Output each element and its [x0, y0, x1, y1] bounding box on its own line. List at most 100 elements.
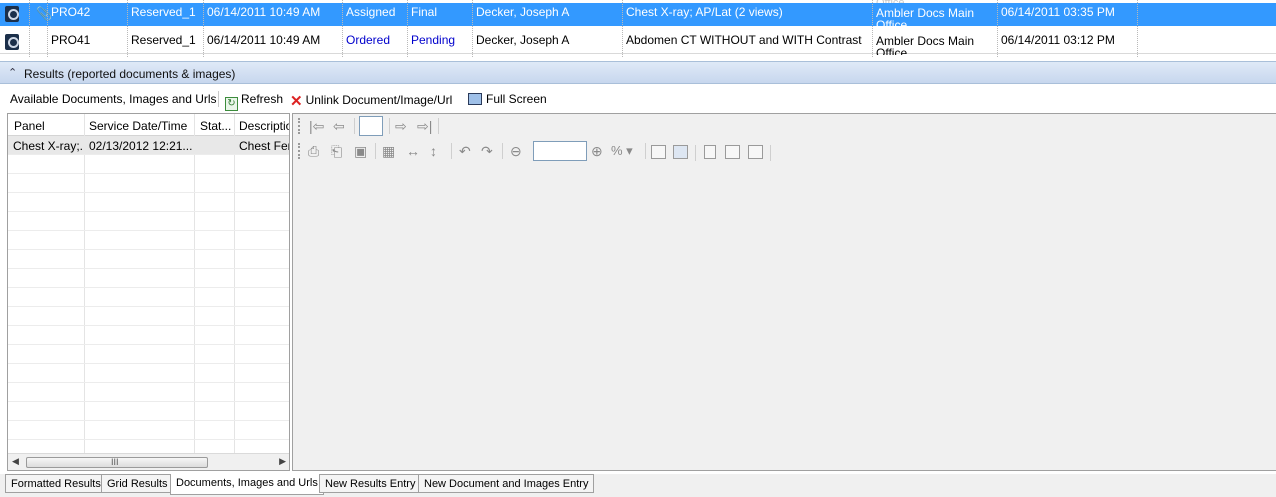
grid-divider: [997, 0, 998, 57]
grid-divider: [203, 0, 204, 57]
grid-divider: [29, 0, 30, 57]
toolbar-grip[interactable]: [298, 143, 301, 159]
zoom-out-icon[interactable]: ⊖: [510, 143, 522, 160]
results-section-header[interactable]: ⌃ Results (reported documents & images): [0, 61, 1276, 84]
documents-toolbar: Available Documents, Images and Urls ↻ Re…: [0, 87, 1276, 111]
toolbar-separator: [218, 91, 219, 107]
empty-row: [8, 193, 289, 212]
thumbnails-grid-icon[interactable]: [748, 145, 763, 159]
column-header-status[interactable]: Stat...: [200, 119, 231, 133]
zoom-percent-dropdown[interactable]: % ▾: [611, 143, 633, 159]
zoom-in-icon[interactable]: ⊕: [591, 143, 603, 160]
order-location: Ambler Docs Main Office: [876, 35, 975, 55]
document-description: Chest Fem: [239, 139, 289, 153]
rotate-left-icon[interactable]: ↶: [459, 143, 471, 160]
rotate-right-icon[interactable]: ↷: [481, 143, 493, 160]
toolbar-separator: [438, 118, 439, 134]
zoom-to-fit-icon[interactable]: [651, 145, 666, 159]
scrollbar-grip: III: [111, 457, 119, 467]
image-viewer[interactable]: |⇦ ⇦ ⇨ ⇨| ⎙ ⎗ ▣ ▦ ↔ ↕ ↶ ↷ ⊖ ⊕ % ▾: [292, 113, 1276, 471]
empty-row: [8, 383, 289, 402]
grid-divider: [622, 0, 623, 57]
first-page-icon[interactable]: |⇦: [309, 118, 324, 135]
documents-list-header: Panel Service Date/Time Stat... Descript…: [8, 114, 289, 136]
grid-divider: [342, 0, 343, 57]
full-screen-icon: [468, 93, 482, 105]
last-page-icon[interactable]: ⇨|: [417, 118, 432, 135]
order-result: Pending: [411, 33, 456, 47]
tab-formatted-results[interactable]: Formatted Results: [5, 474, 107, 493]
order-id: PRO41: [51, 33, 91, 47]
fit-width-icon[interactable]: ↔: [406, 143, 420, 159]
order-provider: Decker, Joseph A: [476, 5, 570, 19]
column-header-panel[interactable]: Panel: [14, 119, 45, 133]
order-location: Ambler Docs Main Office: [876, 7, 975, 27]
two-page-icon[interactable]: [725, 145, 740, 159]
scroll-right-arrow-icon[interactable]: ▶: [279, 456, 286, 467]
toolbar-separator: [645, 143, 646, 159]
empty-row: [8, 288, 289, 307]
order-reported: 06/14/2011 03:12 PM: [1001, 33, 1115, 47]
tab-new-results-entry[interactable]: New Results Entry: [319, 474, 422, 493]
toolbar-separator: [354, 118, 355, 134]
order-id: PRO42: [51, 5, 91, 19]
document-service-date: 02/13/2012 12:21...: [89, 139, 192, 153]
scrollbar-thumb[interactable]: III: [26, 457, 208, 468]
page-number-input[interactable]: [359, 116, 383, 136]
order-status: Ordered: [346, 33, 391, 47]
previous-page-icon[interactable]: ⇦: [333, 118, 345, 135]
toolbar-grip[interactable]: [298, 118, 301, 134]
scroll-left-arrow-icon[interactable]: ◀: [12, 456, 19, 467]
single-page-icon[interactable]: [704, 145, 716, 159]
horizontal-scrollbar[interactable]: ◀ III ▶: [8, 453, 289, 470]
unlink-button[interactable]: ✕ Unlink Document/Image/Url: [290, 92, 452, 110]
results-section-title: Results (reported documents & images): [24, 67, 236, 81]
order-row[interactable]: 📎 PRO42 Reserved_1 06/14/2011 10:49 AM A…: [0, 3, 1276, 27]
empty-row: [8, 402, 289, 421]
print-preview-icon[interactable]: ⎗: [331, 143, 342, 160]
empty-row: [8, 174, 289, 193]
grid-divider: [472, 0, 473, 57]
toolbar-separator: [502, 143, 503, 159]
toolbar-separator: [389, 118, 390, 134]
next-page-icon[interactable]: ⇨: [395, 118, 407, 135]
fit-both-icon[interactable]: ▦: [382, 143, 395, 160]
grid-divider: [127, 0, 128, 57]
empty-row: [8, 345, 289, 364]
documents-list[interactable]: Panel Service Date/Time Stat... Descript…: [7, 113, 290, 471]
order-icon: [5, 6, 19, 22]
print-icon[interactable]: ⎙: [308, 143, 319, 160]
zoom-percent-label: %: [611, 143, 623, 158]
full-screen-button[interactable]: Full Screen: [468, 92, 547, 106]
empty-row: [8, 250, 289, 269]
save-icon[interactable]: ▣: [354, 143, 367, 160]
tab-new-document-images-entry[interactable]: New Document and Images Entry: [418, 474, 595, 493]
available-documents-label: Available Documents, Images and Urls: [10, 92, 217, 106]
grid-divider: [1137, 0, 1138, 57]
empty-row: [8, 231, 289, 250]
column-header-service-date[interactable]: Service Date/Time: [89, 119, 187, 133]
attachment-icon: 📎: [36, 6, 53, 21]
refresh-button[interactable]: ↻ Refresh: [225, 92, 283, 111]
tab-grid-results[interactable]: Grid Results: [101, 474, 174, 493]
toolbar-separator: [451, 143, 452, 159]
column-header-description[interactable]: Descriptio: [239, 119, 289, 133]
order-row[interactable]: PRO41 Reserved_1 06/14/2011 10:49 AM Ord…: [0, 31, 1276, 55]
empty-row: [8, 212, 289, 231]
zoom-input[interactable]: [533, 141, 587, 161]
order-date: 06/14/2011 10:49 AM: [207, 33, 321, 47]
document-row[interactable]: Chest X-ray;... 02/13/2012 12:21... Ches…: [8, 136, 289, 155]
toolbar-separator: [375, 143, 376, 159]
collapse-chevron-icon[interactable]: ⌃: [8, 66, 17, 79]
zoom-selection-icon[interactable]: [673, 145, 688, 159]
order-reserved: Reserved_1: [131, 33, 196, 47]
results-tabs: Formatted Results Grid Results Documents…: [0, 474, 1276, 497]
order-date: 06/14/2011 10:49 AM: [207, 5, 321, 19]
unlink-label: Unlink Document/Image/Url: [305, 93, 453, 107]
viewer-navigation-toolbar: |⇦ ⇦ ⇨ ⇨|: [293, 114, 1276, 138]
tab-documents-images-urls[interactable]: Documents, Images and Urls: [170, 474, 324, 495]
grid-divider: [47, 0, 48, 57]
order-icon: [5, 34, 19, 50]
empty-row: [8, 269, 289, 288]
fit-height-icon[interactable]: ↕: [430, 143, 437, 159]
